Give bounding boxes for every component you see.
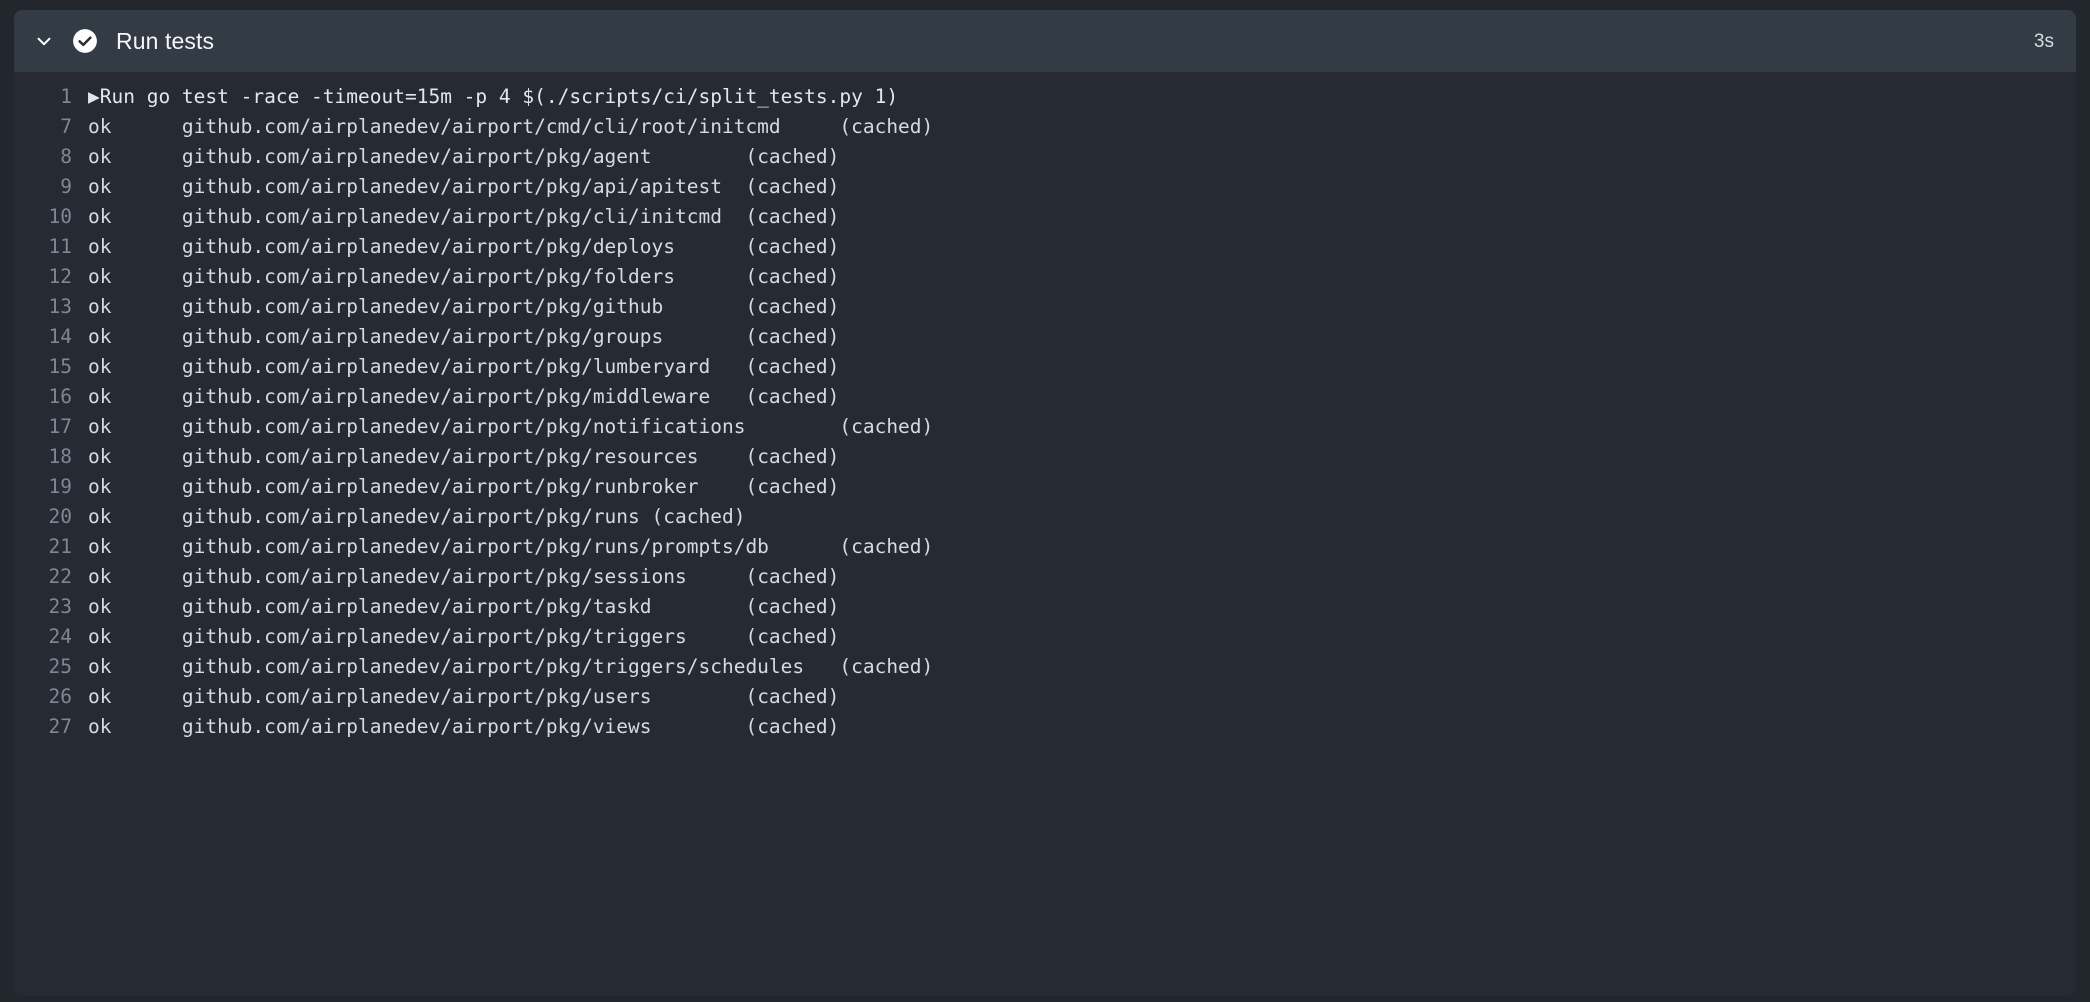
- log-line-text: ok github.com/airplanedev/airport/pkg/us…: [88, 685, 840, 708]
- log-lines-container: 1 ▶Run go test -race -timeout=15m -p 4 $(…: [14, 82, 2076, 742]
- log-line-text: ok github.com/airplanedev/airport/pkg/de…: [88, 235, 840, 258]
- log-line-number: 7: [60, 115, 72, 138]
- log-line-number: 26: [48, 685, 72, 708]
- log-line[interactable]: 25 ok github.com/airplanedev/airport/pkg/…: [14, 652, 2076, 682]
- log-line[interactable]: 14 ok github.com/airplanedev/airport/pkg/…: [14, 322, 2076, 352]
- log-line[interactable]: 13 ok github.com/airplanedev/airport/pkg/…: [14, 292, 2076, 322]
- log-line-text: ok github.com/airplanedev/airport/pkg/ag…: [88, 145, 840, 168]
- log-output[interactable]: 1 ▶Run go test -race -timeout=15m -p 4 $(…: [14, 72, 2076, 996]
- log-line-text: ok github.com/airplanedev/airport/pkg/gr…: [88, 325, 840, 348]
- log-line[interactable]: 7 ok github.com/airplanedev/airport/cmd/c…: [14, 112, 2076, 142]
- log-line-number: 18: [48, 445, 72, 468]
- log-line[interactable]: 16 ok github.com/airplanedev/airport/pkg/…: [14, 382, 2076, 412]
- log-line[interactable]: 15 ok github.com/airplanedev/airport/pkg/…: [14, 352, 2076, 382]
- log-line-text: ok github.com/airplanedev/airport/pkg/lu…: [88, 355, 840, 378]
- log-line-text: ok github.com/airplanedev/airport/pkg/gi…: [88, 295, 840, 318]
- log-line-number: 1: [60, 85, 72, 108]
- log-line-number: 9: [60, 175, 72, 198]
- log-line-text: ok github.com/airplanedev/airport/pkg/no…: [88, 415, 934, 438]
- log-line-number: 16: [48, 385, 72, 408]
- log-line[interactable]: 26 ok github.com/airplanedev/airport/pkg/…: [14, 682, 2076, 712]
- log-line-number: 21: [48, 535, 72, 558]
- log-line[interactable]: 17 ok github.com/airplanedev/airport/pkg/…: [14, 412, 2076, 442]
- log-line[interactable]: 27 ok github.com/airplanedev/airport/pkg/…: [14, 712, 2076, 742]
- log-line-text: ok github.com/airplanedev/airport/pkg/fo…: [88, 265, 840, 288]
- log-line-text: ok github.com/airplanedev/airport/pkg/tr…: [88, 625, 840, 648]
- log-line[interactable]: 21 ok github.com/airplanedev/airport/pkg/…: [14, 532, 2076, 562]
- log-line[interactable]: 10 ok github.com/airplanedev/airport/pkg/…: [14, 202, 2076, 232]
- log-line[interactable]: 1 ▶Run go test -race -timeout=15m -p 4 $(…: [14, 82, 2076, 112]
- step-header[interactable]: Run tests 3s: [14, 10, 2076, 72]
- log-line[interactable]: 12 ok github.com/airplanedev/airport/pkg/…: [14, 262, 2076, 292]
- log-line-number: 20: [48, 505, 72, 528]
- log-line[interactable]: 18 ok github.com/airplanedev/airport/pkg/…: [14, 442, 2076, 472]
- log-line-number: 17: [48, 415, 72, 438]
- log-line-number: 22: [48, 565, 72, 588]
- check-circle-icon: [72, 28, 98, 54]
- log-line-text: ok github.com/airplanedev/airport/pkg/tr…: [88, 655, 934, 678]
- log-line-number: 25: [48, 655, 72, 678]
- log-line-text: ok github.com/airplanedev/airport/pkg/se…: [88, 565, 840, 588]
- log-line[interactable]: 19 ok github.com/airplanedev/airport/pkg/…: [14, 472, 2076, 502]
- log-line-number: 23: [48, 595, 72, 618]
- log-line[interactable]: 22 ok github.com/airplanedev/airport/pkg/…: [14, 562, 2076, 592]
- log-line[interactable]: 20 ok github.com/airplanedev/airport/pkg/…: [14, 502, 2076, 532]
- log-line-text: ok github.com/airplanedev/airport/cmd/cl…: [88, 115, 934, 138]
- log-line[interactable]: 8 ok github.com/airplanedev/airport/pkg/a…: [14, 142, 2076, 172]
- step-duration: 3s: [2033, 30, 2054, 52]
- log-line-number: 12: [48, 265, 72, 288]
- log-line-number: 8: [60, 145, 72, 168]
- log-line-text: ok github.com/airplanedev/airport/pkg/ta…: [88, 595, 840, 618]
- log-line-number: 10: [48, 205, 72, 228]
- log-line-text: ok github.com/airplanedev/airport/pkg/mi…: [88, 385, 840, 408]
- log-line-number: 24: [48, 625, 72, 648]
- step-title: Run tests: [116, 27, 215, 54]
- log-line-text: ok github.com/airplanedev/airport/pkg/vi…: [88, 715, 840, 738]
- log-line[interactable]: 23 ok github.com/airplanedev/airport/pkg/…: [14, 592, 2076, 622]
- log-line-text: ok github.com/airplanedev/airport/pkg/ru…: [88, 475, 840, 498]
- log-line[interactable]: 9 ok github.com/airplanedev/airport/pkg/a…: [14, 172, 2076, 202]
- log-line[interactable]: 24 ok github.com/airplanedev/airport/pkg/…: [14, 622, 2076, 652]
- log-line-text: ok github.com/airplanedev/airport/pkg/ap…: [88, 175, 840, 198]
- log-line-number: 15: [48, 355, 72, 378]
- log-line[interactable]: 11 ok github.com/airplanedev/airport/pkg/…: [14, 232, 2076, 262]
- log-line-number: 19: [48, 475, 72, 498]
- log-line-text: ▶Run go test -race -timeout=15m -p 4 $(.…: [88, 85, 899, 108]
- log-line-text: ok github.com/airplanedev/airport/pkg/cl…: [88, 205, 840, 228]
- log-line-number: 27: [48, 715, 72, 738]
- log-line-text: ok github.com/airplanedev/airport/pkg/re…: [88, 445, 840, 468]
- log-line-number: 11: [48, 235, 72, 258]
- job-step-panel: Run tests 3s 1 ▶Run go test -race -timeou…: [14, 10, 2076, 996]
- chevron-down-icon[interactable]: [30, 27, 58, 55]
- log-line-text: ok github.com/airplanedev/airport/pkg/ru…: [88, 505, 746, 528]
- log-line-text: ok github.com/airplanedev/airport/pkg/ru…: [88, 535, 934, 558]
- log-line-number: 14: [48, 325, 72, 348]
- log-line-number: 13: [48, 295, 72, 318]
